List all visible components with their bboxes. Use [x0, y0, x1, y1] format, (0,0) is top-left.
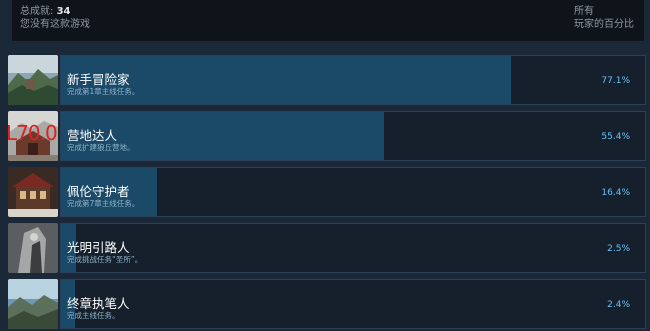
achievement-percent: 77.1%: [601, 76, 630, 86]
achievement-description: 完成挑战任务“圣所”。: [67, 255, 143, 264]
achievement-row: 新手冒险家 完成第1章主线任务。 77.1%: [8, 55, 646, 105]
achievements-header: 总成就: 34 您没有这款游戏 所有 玩家的百分比: [12, 0, 644, 41]
overlay-red-text: L70.0: [6, 121, 58, 145]
header-right: 所有 玩家的百分比: [574, 5, 634, 31]
achievement-percent: 2.4%: [607, 300, 630, 310]
achievement-description: 完成主线任务。: [67, 311, 120, 320]
achievement-panel: 营地达人 完成扩建狼丘营地。 55.4%: [60, 111, 646, 161]
total-achievements-label: 总成就:: [20, 6, 54, 17]
achievement-row: 光明引路人 完成挑战任务“圣所”。 2.5%: [8, 223, 646, 273]
scope-label: 所有: [574, 6, 594, 17]
achievement-percent: 16.4%: [601, 188, 630, 198]
total-achievements-count: 34: [56, 6, 71, 17]
achievement-row: 营地达人 完成扩建狼丘营地。 55.4%: [8, 111, 646, 161]
achievement-icon: [8, 55, 58, 105]
achievement-row: 佩伦守护者 完成第7章主线任务。 16.4%: [8, 167, 646, 217]
achievement-description: 完成第7章主线任务。: [67, 199, 140, 208]
global-percent-label: 玩家的百分比: [574, 19, 634, 30]
achievement-panel: 终章执笔人 完成主线任务。 2.4%: [60, 279, 646, 329]
achievement-percent: 2.5%: [607, 244, 630, 254]
achievement-icon: [8, 167, 58, 217]
achievement-icon: [8, 279, 58, 329]
achievement-description: 完成扩建狼丘营地。: [67, 143, 135, 152]
header-left: 总成就: 34 您没有这款游戏: [20, 5, 90, 31]
achievement-panel: 新手冒险家 完成第1章主线任务。 77.1%: [60, 55, 646, 105]
achievement-panel: 光明引路人 完成挑战任务“圣所”。 2.5%: [60, 223, 646, 273]
achievement-percent: 55.4%: [601, 132, 630, 142]
achievement-description: 完成第1章主线任务。: [67, 87, 140, 96]
achievement-row: 终章执笔人 完成主线任务。 2.4%: [8, 279, 646, 329]
not-owned-notice: 您没有这款游戏: [20, 19, 90, 30]
achievement-panel: 佩伦守护者 完成第7章主线任务。 16.4%: [60, 167, 646, 217]
achievement-icon: [8, 223, 58, 273]
